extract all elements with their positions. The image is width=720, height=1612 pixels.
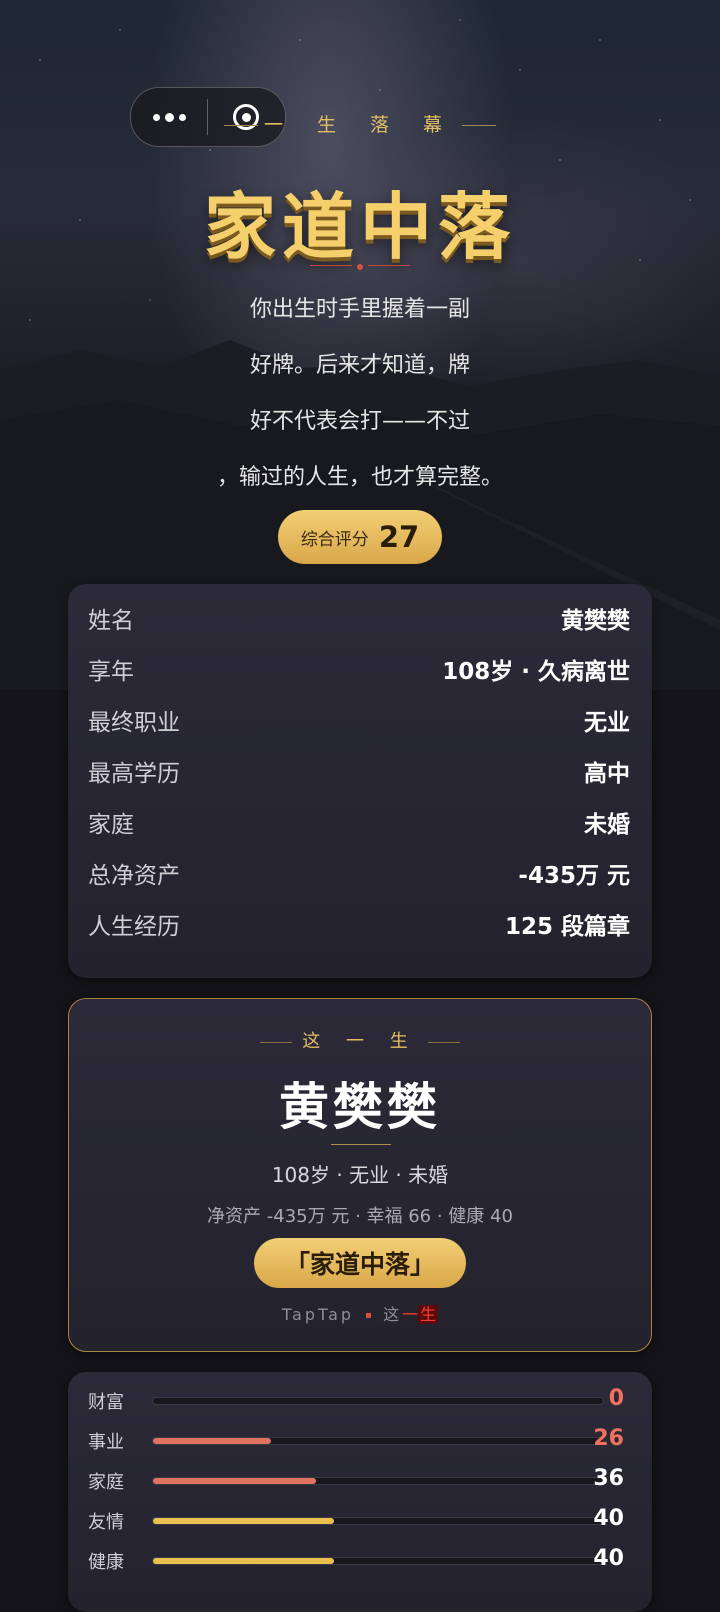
brand-text-sheng: 生 <box>418 1305 439 1324</box>
stat-bar-track <box>152 1477 604 1485</box>
ending-verdict-badge: 「家道中落」 <box>254 1238 466 1288</box>
summary-name: 黄樊樊 <box>279 1078 441 1136</box>
stat-name: 友情 <box>88 1512 124 1533</box>
stat-value: 40 <box>593 1546 624 1571</box>
info-value: 黄樊樊 <box>561 608 630 634</box>
stat-bar-fill <box>153 1478 316 1484</box>
stat-name: 事业 <box>88 1432 124 1453</box>
page-subtitle: 一 生 落 幕 <box>0 110 720 137</box>
stat-value: 0 <box>608 1386 624 1411</box>
info-row-education: 最高学历 高中 <box>88 751 630 791</box>
info-key: 最高学历 <box>88 761 180 787</box>
stat-value: 26 <box>593 1426 624 1451</box>
page-title: 家道中落 <box>203 185 516 269</box>
info-row-family: 家庭 未婚 <box>88 802 630 842</box>
info-value: 108岁 · 久病离世 <box>442 659 630 685</box>
subtitle-line-right <box>462 125 497 126</box>
score-value: 27 <box>378 520 420 554</box>
stat-row: 友情 40 <box>88 1506 632 1536</box>
stat-name: 财富 <box>88 1392 124 1413</box>
stat-bar-track <box>152 1397 604 1405</box>
stat-bar-fill <box>153 1558 334 1564</box>
summary-basic-info: 108岁 · 无业 · 未婚 <box>271 1163 449 1187</box>
info-key: 享年 <box>88 659 134 685</box>
info-row-experiences: 人生经历 125 段篇章 <box>88 904 630 944</box>
heading-line-left <box>260 1041 293 1043</box>
overall-score-badge: 综合评分 27 <box>278 510 442 564</box>
subtitle-text: 一 生 落 幕 <box>263 114 457 136</box>
ending-description: 你出生时手里握着一副 好牌。后来才知道，牌 好不代表会打——不过 ，输过的人生，也才算… <box>216 297 503 490</box>
summary-heading-text: 这 一 生 <box>302 1031 418 1052</box>
info-key: 姓名 <box>88 608 134 634</box>
info-key: 总净资产 <box>88 863 180 889</box>
stat-bar-track <box>152 1437 604 1445</box>
info-row-net-worth: 总净资产 -435万 元 <box>88 853 630 893</box>
brand-text-yi: 一 <box>402 1305 419 1324</box>
summary-stats-info: 净资产 -435万 元 · 幸福 66 · 健康 40 <box>207 1206 513 1227</box>
stat-row: 财富 0 <box>88 1386 632 1416</box>
info-row-career: 最终职业 无业 <box>88 700 630 740</box>
subtitle-line-left <box>223 125 258 126</box>
info-key: 最终职业 <box>88 710 180 736</box>
score-label: 综合评分 <box>300 529 369 550</box>
stat-name: 家庭 <box>88 1472 124 1493</box>
stat-row: 事业 26 <box>88 1426 632 1456</box>
info-value: 无业 <box>584 710 630 736</box>
divider-line-left <box>310 265 352 266</box>
info-value: 高中 <box>584 761 630 787</box>
attribute-stats-card: 财富 0 事业 26 家庭 36 友情 40 健康 40 <box>68 1372 652 1612</box>
title-divider <box>310 264 410 270</box>
info-key: 家庭 <box>88 812 134 838</box>
stat-row: 健康 40 <box>88 1546 632 1576</box>
info-value: -435万 元 <box>518 863 630 889</box>
summary-heading: 这 一 生 <box>69 1027 651 1053</box>
brand-text-zhe: 这 <box>383 1305 403 1324</box>
stat-bar-fill <box>153 1438 271 1444</box>
stat-value: 36 <box>593 1466 624 1491</box>
stat-bar-track <box>152 1557 604 1565</box>
stat-value: 40 <box>593 1506 624 1531</box>
info-row-age: 享年 108岁 · 久病离世 <box>88 649 630 689</box>
stat-name: 健康 <box>88 1552 124 1573</box>
divider-line-right <box>368 265 410 266</box>
info-row-name: 姓名 黄樊樊 <box>88 598 630 638</box>
stat-bar-fill <box>153 1518 334 1524</box>
brand-name: TapTap <box>281 1305 355 1324</box>
brand-separator <box>366 1313 372 1318</box>
heading-line-right <box>427 1041 460 1043</box>
info-key: 人生经历 <box>88 914 180 940</box>
summary-rule <box>331 1144 391 1145</box>
info-value: 125 段篇章 <box>504 914 630 940</box>
stat-bar-track <box>152 1517 604 1525</box>
info-value: 未婚 <box>584 812 630 838</box>
life-summary-card: 这 一 生 黄樊樊 108岁 · 无业 · 未婚 净资产 -435万 元 · 幸… <box>68 998 652 1352</box>
profile-info-card: 姓名 黄樊樊 享年 108岁 · 久病离世 最终职业 无业 最高学历 高中 家庭… <box>68 584 652 978</box>
divider-dot <box>357 264 363 270</box>
stat-row: 家庭 36 <box>88 1466 632 1496</box>
brand-footer: TapTap 这一生 <box>69 1301 651 1325</box>
